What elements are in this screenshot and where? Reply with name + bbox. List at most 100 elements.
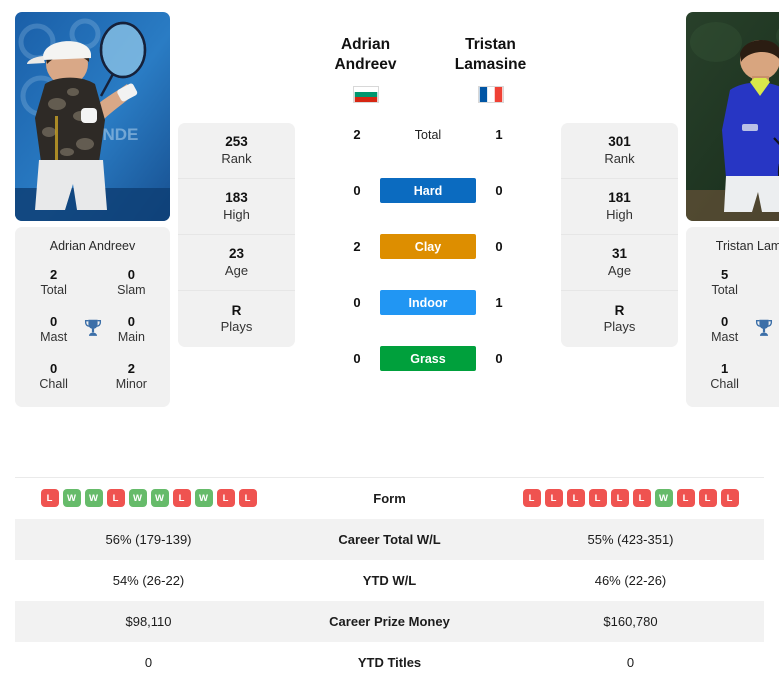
player-names-row: Adrian Andreev Tristan Lamasine <box>303 35 553 103</box>
trophy-icon <box>755 319 772 336</box>
titles-mast: 0 Mast <box>29 314 78 346</box>
titles-row: 0 Mast 0 Main <box>23 314 162 346</box>
trophy-icon <box>84 319 101 336</box>
h2h-clay-left: 2 <box>353 239 361 255</box>
tristan-lamasine-photo <box>686 12 779 221</box>
h2h-indoor-left: 0 <box>353 295 361 311</box>
titles-slam-label: Slam <box>117 283 146 298</box>
h2h-grass-right: 0 <box>495 351 503 367</box>
form-badge-loss[interactable]: L <box>172 489 191 508</box>
form-badge-loss[interactable]: L <box>238 489 257 508</box>
left-rank-value: 253 <box>225 134 248 150</box>
h2h-grass-left: 0 <box>353 351 361 367</box>
titles-row: 1 Chall 3 Minor <box>694 361 779 393</box>
right-info-card: 301 Rank 181 High 31 Age R Plays <box>561 123 678 347</box>
form-badge-win[interactable]: W <box>62 489 81 508</box>
h2h-row-hard: 0 Hard 0 <box>344 163 512 219</box>
titles-mast-label: Mast <box>40 330 68 345</box>
table-row-career-wl: 56% (179-139) Career Total W/L 55% (423-… <box>15 518 764 560</box>
titles-mast-label: Mast <box>711 330 739 345</box>
right-ytd-titles: 0 <box>626 654 635 670</box>
row-label-career-wl: Career Total W/L <box>338 531 441 547</box>
stats-comparison-table: LWWLWWLWLL Form LLLLLLWLLL 56% (179-139)… <box>15 477 764 683</box>
titles-slam-value: 0 <box>127 267 135 282</box>
form-badge-loss[interactable]: L <box>566 489 585 508</box>
table-row-ytd-titles: 0 YTD Titles 0 <box>15 641 764 683</box>
form-badge-win[interactable]: W <box>84 489 103 508</box>
left-ytd-wl: 54% (26-22) <box>112 572 185 588</box>
titles-total: 2 Total <box>29 267 78 299</box>
titles-row: 5 Total 0 Slam <box>694 267 779 299</box>
left-player-photo[interactable]: RONDE <box>15 12 170 221</box>
info-row-high: 183 High <box>178 179 295 235</box>
table-row-prize-money: $98,110 Career Prize Money $160,780 <box>15 600 764 642</box>
form-badge-loss[interactable]: L <box>522 489 541 508</box>
form-badge-loss[interactable]: L <box>632 489 651 508</box>
form-badge-loss[interactable]: L <box>720 489 739 508</box>
right-player-heading: Tristan Lamasine <box>428 35 553 103</box>
surface-chip-hard[interactable]: Hard <box>380 178 476 204</box>
right-plays-value: R <box>614 302 625 318</box>
surface-chip-grass[interactable]: Grass <box>380 346 476 372</box>
titles-total-value: 5 <box>721 267 729 282</box>
left-titles-card: Adrian Andreev 2 Total 0 Slam 0 Mast 0 M… <box>15 227 170 407</box>
right-player-column: Tristan Lamasine 5 Total 0 Slam 0 <box>686 12 779 407</box>
right-last-name: Lamasine <box>454 56 527 74</box>
h2h-total-label: Total <box>414 127 442 142</box>
info-row-plays: R Plays <box>561 291 678 347</box>
left-plays-value: R <box>231 302 242 318</box>
h2h-row-clay: 2 Clay 0 <box>344 219 512 275</box>
titles-row: 0 Mast 0 Main <box>694 314 779 346</box>
left-form-strip: LWWLWWLWLL <box>15 489 282 508</box>
form-badge-win[interactable]: W <box>128 489 147 508</box>
form-badge-loss[interactable]: L <box>40 489 59 508</box>
right-titles-card: Tristan Lamasine 5 Total 0 Slam 0 <box>686 227 779 407</box>
titles-minor-value: 2 <box>127 360 135 376</box>
adrian-andreev-photo: RONDE <box>15 12 170 221</box>
right-high-label: High <box>606 206 633 222</box>
h2h-row-total: 2 Total 1 <box>344 107 512 163</box>
form-badge-loss[interactable]: L <box>698 489 717 508</box>
titles-main-label: Main <box>117 330 145 345</box>
titles-main-value: 0 <box>127 313 135 329</box>
form-badge-win[interactable]: W <box>150 489 169 508</box>
titles-total-label: Total <box>40 283 67 298</box>
form-badge-loss[interactable]: L <box>216 489 235 508</box>
form-badge-loss[interactable]: L <box>676 489 695 508</box>
right-player-name-label: Tristan Lamasine <box>715 239 779 253</box>
right-first-name: Tristan <box>465 36 516 53</box>
right-form-strip: LLLLLLWLLL <box>497 489 764 508</box>
titles-chall: 0 Chall <box>29 361 78 393</box>
h2h-indoor-right: 1 <box>495 295 503 311</box>
surface-chip-indoor[interactable]: Indoor <box>380 290 476 316</box>
surface-chip-clay[interactable]: Clay <box>380 234 476 260</box>
trophy-spacer <box>749 361 777 364</box>
form-badge-loss[interactable]: L <box>544 489 563 508</box>
right-player-photo[interactable] <box>686 12 779 221</box>
h2h-row-grass: 0 Grass 0 <box>344 331 512 387</box>
left-ytd-titles: 0 <box>144 654 153 670</box>
titles-chall-label: Chall <box>39 377 68 391</box>
left-age-value: 23 <box>228 246 245 262</box>
titles-slam: 0 Slam <box>107 267 156 299</box>
head-to-head-column: Adrian Andreev Tristan Lamasine 2 Total … <box>303 12 553 387</box>
left-high-value: 183 <box>225 190 248 206</box>
left-age-label: Age <box>224 262 249 278</box>
form-badge-loss[interactable]: L <box>106 489 125 508</box>
left-high-label: High <box>223 206 250 222</box>
titles-minor: 2 Minor <box>107 361 156 393</box>
titles-total-value: 2 <box>50 267 58 282</box>
left-player-heading: Adrian Andreev <box>303 35 428 103</box>
form-badge-loss[interactable]: L <box>588 489 607 508</box>
form-badge-win[interactable]: W <box>654 489 673 508</box>
table-row-ytd-wl: 54% (26-22) YTD W/L 46% (22-26) <box>15 559 764 601</box>
info-row-rank: 301 Rank <box>561 123 678 179</box>
titles-mast-value: 0 <box>721 313 729 329</box>
form-badge-win[interactable]: W <box>194 489 213 508</box>
right-ytd-wl: 46% (22-26) <box>594 572 667 588</box>
left-info-card: 253 Rank 183 High 23 Age R Plays <box>178 123 295 347</box>
titles-mast: 0 Mast <box>700 314 749 346</box>
titles-main: 0 Main <box>107 314 156 346</box>
form-badge-loss[interactable]: L <box>610 489 629 508</box>
info-row-rank: 253 Rank <box>178 123 295 179</box>
